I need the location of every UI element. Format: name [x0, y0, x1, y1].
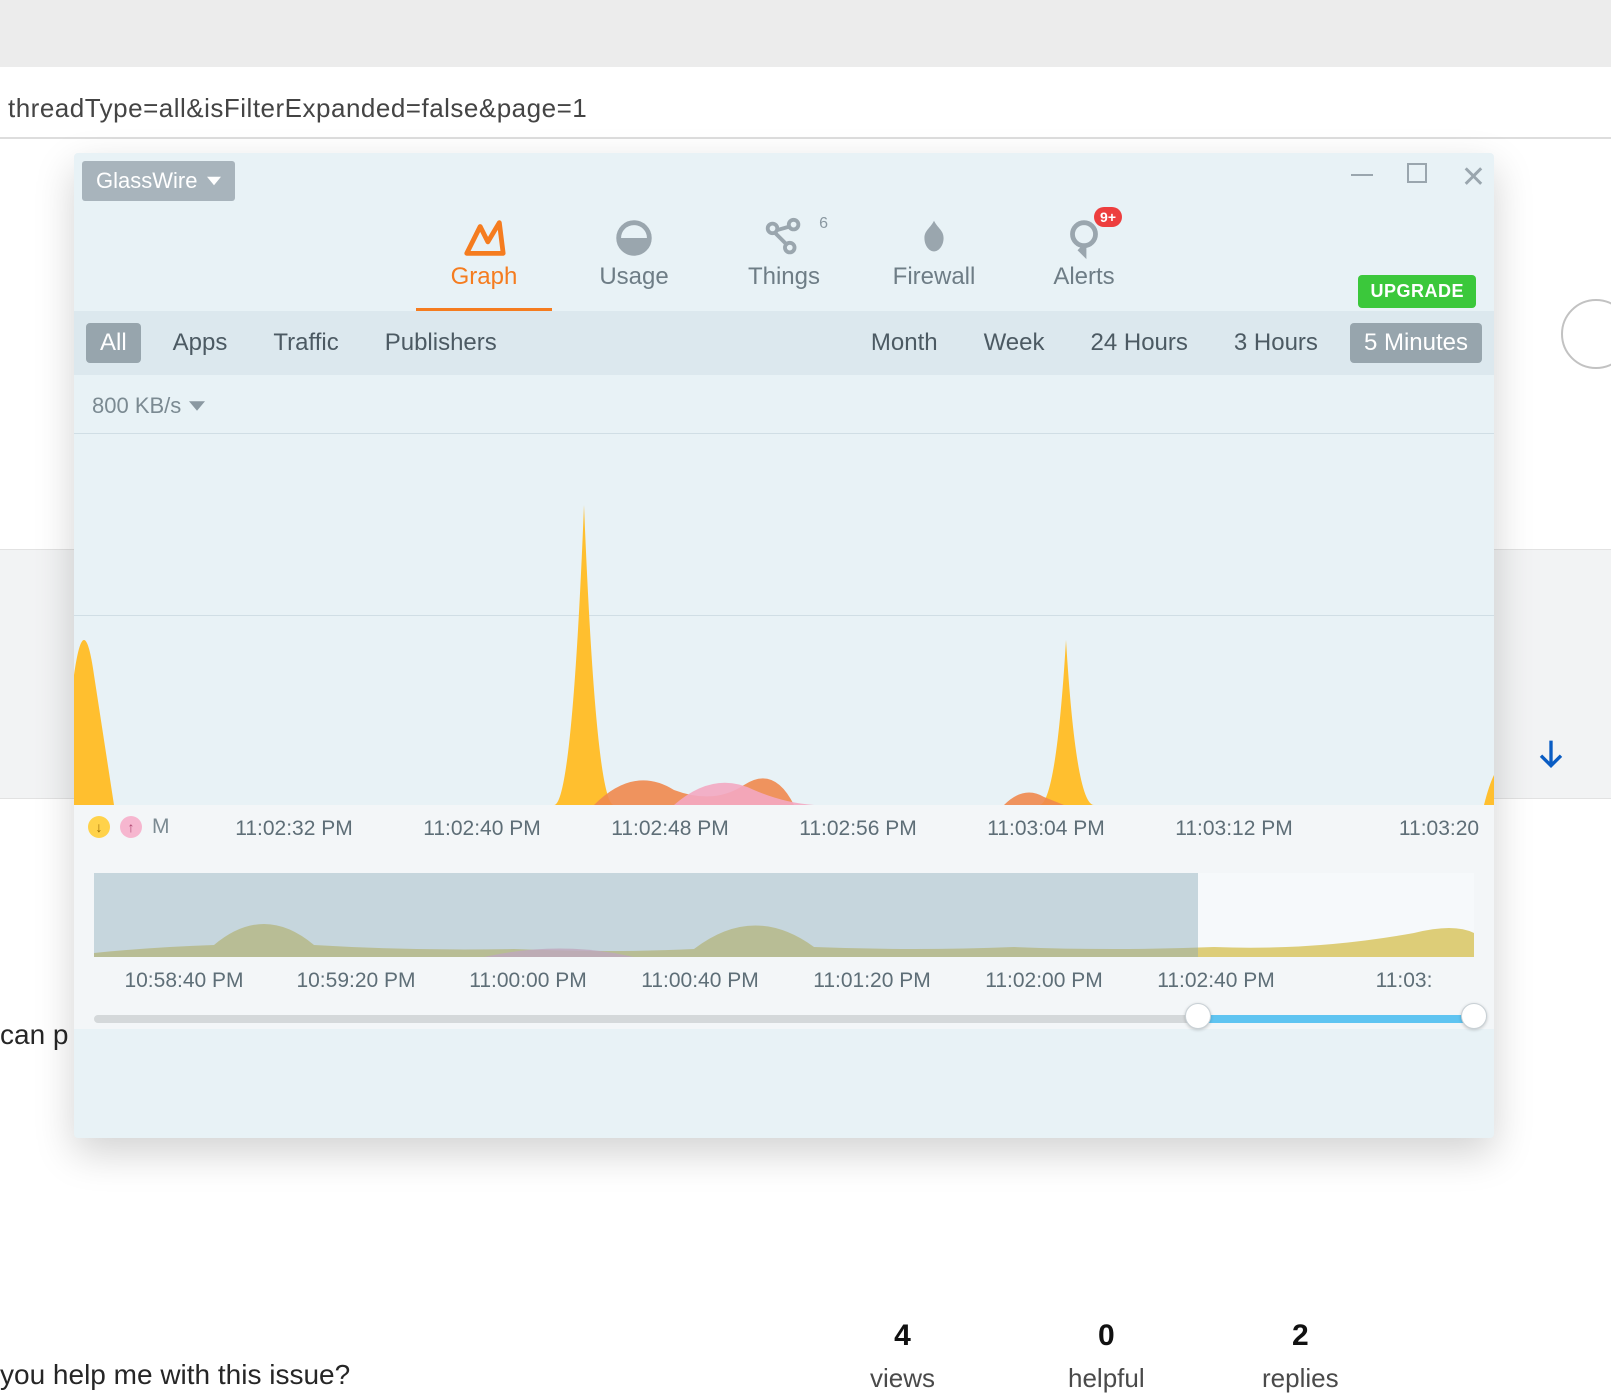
tab-alerts[interactable]: 9+ Alerts: [1036, 213, 1132, 309]
slider-handle-end[interactable]: [1461, 1003, 1487, 1029]
xtick: 11:03:12 PM: [1175, 817, 1293, 841]
y-scale-text: 800 KB/s: [92, 393, 181, 419]
main-xaxis: ↓ ↑ M 11:02:32 PM 11:02:40 PM 11:02:48 P…: [74, 805, 1494, 851]
overview-panel: 10:58:40 PM 10:59:20 PM 11:00:00 PM 11:0…: [74, 851, 1494, 1029]
close-icon[interactable]: ✕: [1461, 163, 1486, 193]
ovtick: 11:03:: [1376, 969, 1433, 993]
overview-chart[interactable]: [94, 873, 1474, 957]
tab-firewall[interactable]: Firewall: [886, 213, 982, 309]
tab-firewall-label: Firewall: [886, 263, 982, 291]
gridline: [74, 433, 1494, 434]
upgrade-button[interactable]: UPGRADE: [1358, 275, 1476, 308]
graph-icon: [436, 213, 532, 263]
stat-views: 4 views: [870, 1319, 935, 1394]
upgrade-label: UPGRADE: [1370, 281, 1464, 301]
stat-replies-number: 2: [1262, 1319, 1339, 1353]
filter-apps[interactable]: Apps: [159, 323, 242, 363]
ovtick: 11:00:00 PM: [469, 969, 587, 993]
things-icon: 6: [736, 213, 832, 263]
alerts-icon: 9+: [1036, 213, 1132, 263]
alerts-badge: 9+: [1094, 207, 1122, 227]
range-5m[interactable]: 5 Minutes: [1350, 323, 1482, 363]
xtick: 11:03:04 PM: [987, 817, 1105, 841]
stat-views-number: 4: [870, 1319, 935, 1353]
tab-things[interactable]: 6 Things: [736, 213, 832, 309]
range-slider[interactable]: [94, 1007, 1474, 1029]
stat-helpful-number: 0: [1068, 1319, 1145, 1353]
firewall-icon: [886, 213, 982, 263]
ovtick: 10:59:20 PM: [296, 969, 415, 993]
usage-icon: [586, 213, 682, 263]
tab-graph[interactable]: Graph: [436, 213, 532, 309]
xtick: 11:03:20: [1399, 817, 1479, 841]
ovtick: 11:02:40 PM: [1157, 969, 1275, 993]
xtick: 11:02:40 PM: [423, 817, 541, 841]
range-group-right: Month Week 24 Hours 3 Hours 5 Minutes: [857, 323, 1482, 363]
stat-replies: 2 replies: [1262, 1319, 1339, 1394]
url-text: threadType=all&isFilterExpanded=false&pa…: [8, 93, 587, 123]
ovtick: 11:02:00 PM: [985, 969, 1103, 993]
overview-xaxis: 10:58:40 PM 10:59:20 PM 11:00:00 PM 11:0…: [94, 957, 1474, 1001]
scroll-down-icon[interactable]: [1531, 734, 1571, 774]
ovtick: 11:01:20 PM: [813, 969, 931, 993]
xtick: 11:02:48 PM: [611, 817, 729, 841]
range-week[interactable]: Week: [970, 323, 1059, 363]
app-title-text: GlassWire: [96, 168, 197, 194]
overview-unselected-mask: [94, 873, 1198, 957]
tab-alerts-label: Alerts: [1036, 263, 1132, 291]
slider-fill: [1198, 1015, 1474, 1023]
things-count: 6: [819, 215, 828, 233]
clipped-text-left-2: you help me with this issue?: [0, 1359, 350, 1391]
main-xaxis-ticks: 11:02:32 PM 11:02:40 PM 11:02:48 PM 11:0…: [74, 805, 1494, 851]
stat-replies-label: replies: [1262, 1363, 1339, 1394]
main-chart[interactable]: 800 KB/s: [74, 375, 1494, 805]
main-plot: [74, 445, 1494, 805]
slider-handle-start[interactable]: [1185, 1003, 1211, 1029]
tab-usage[interactable]: Usage: [586, 213, 682, 309]
stat-helpful-label: helpful: [1068, 1363, 1145, 1394]
browser-chrome-top: [0, 0, 1611, 67]
filter-all[interactable]: All: [86, 323, 141, 363]
ovtick: 10:58:40 PM: [124, 969, 243, 993]
chevron-down-icon: [207, 174, 221, 188]
filter-publishers[interactable]: Publishers: [371, 323, 511, 363]
y-scale-dropdown[interactable]: 800 KB/s: [92, 393, 205, 419]
search-icon: [1561, 299, 1611, 369]
address-bar[interactable]: threadType=all&isFilterExpanded=false&pa…: [0, 67, 1611, 139]
range-24h[interactable]: 24 Hours: [1077, 323, 1202, 363]
app-title-dropdown[interactable]: GlassWire: [82, 161, 235, 201]
clipped-text-left-1: can p: [0, 1019, 69, 1051]
stat-helpful: 0 helpful: [1068, 1319, 1145, 1394]
chevron-down-icon: [189, 398, 205, 414]
glasswire-window: GlassWire ✕ Graph Usage 6 Thing: [74, 153, 1494, 1138]
ovtick: 11:00:40 PM: [641, 969, 759, 993]
filter-group-left: All Apps Traffic Publishers: [86, 323, 511, 363]
tab-things-label: Things: [736, 263, 832, 291]
filter-traffic[interactable]: Traffic: [259, 323, 352, 363]
tab-graph-label: Graph: [436, 263, 532, 291]
window-controls: ✕: [1351, 163, 1486, 193]
maximize-icon[interactable]: [1407, 163, 1427, 183]
xtick: 11:02:32 PM: [235, 817, 353, 841]
tab-usage-label: Usage: [586, 263, 682, 291]
xtick: 11:02:56 PM: [799, 817, 917, 841]
filter-bar: All Apps Traffic Publishers Month Week 2…: [74, 311, 1494, 375]
main-tabs: Graph Usage 6 Things Firewall 9+: [74, 203, 1494, 309]
stat-views-label: views: [870, 1363, 935, 1394]
range-month[interactable]: Month: [857, 323, 952, 363]
minimize-icon[interactable]: [1351, 174, 1373, 176]
range-3h[interactable]: 3 Hours: [1220, 323, 1332, 363]
titlebar[interactable]: GlassWire ✕: [74, 153, 1494, 203]
